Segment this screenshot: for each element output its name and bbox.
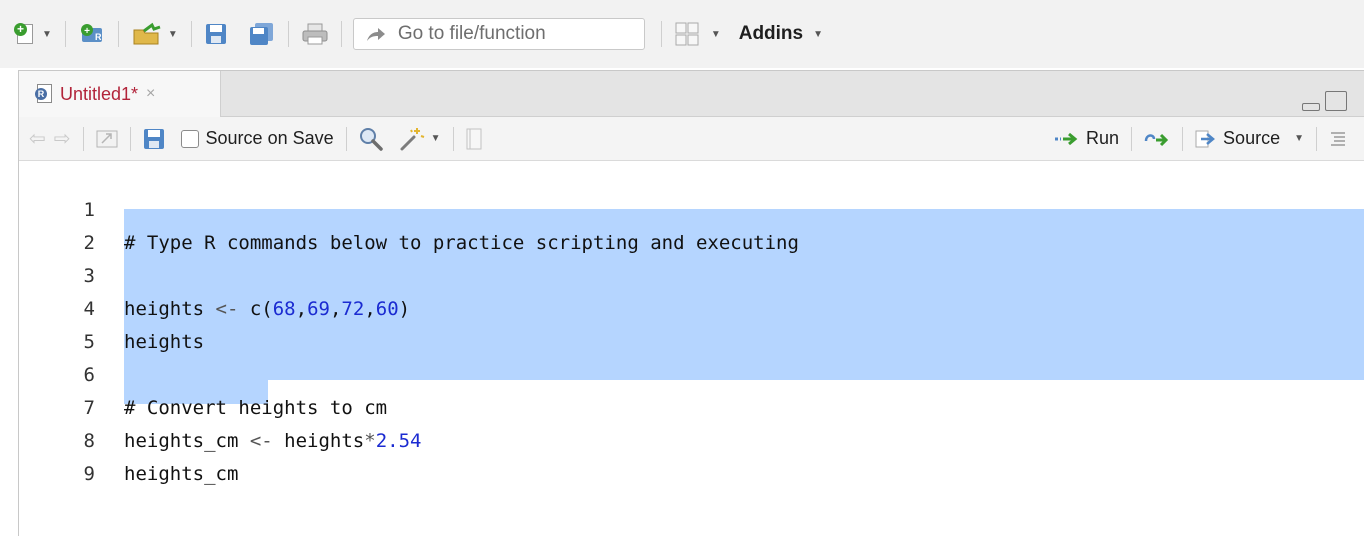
goto-file-function-box[interactable] xyxy=(352,18,645,50)
code-line[interactable]: 6 # Convert heights to cm xyxy=(19,326,1364,419)
toolbar-divider xyxy=(287,21,289,47)
source-on-save-label: Source on Save xyxy=(205,128,334,148)
save-all-button[interactable] xyxy=(245,18,279,50)
caret-down-icon[interactable]: ▼ xyxy=(168,29,178,40)
code-line[interactable]: 3 heights <- c(68,69,72,60) xyxy=(19,227,1364,320)
code-line[interactable]: 2 xyxy=(19,194,1364,254)
tab-untitled1[interactable]: R Untitled1* × xyxy=(19,71,221,117)
open-file-icon xyxy=(132,22,162,46)
addins-menu[interactable]: Addins ▼ xyxy=(725,18,827,50)
caret-down-icon[interactable]: ▼ xyxy=(711,29,721,40)
new-file-icon: + xyxy=(14,23,36,45)
search-icon xyxy=(359,127,383,151)
find-replace-button[interactable] xyxy=(355,123,387,155)
forward-arrow-icon[interactable]: ⇨ xyxy=(50,123,75,155)
compile-report-button[interactable] xyxy=(462,123,486,155)
outline-icon xyxy=(1329,131,1347,147)
run-button[interactable]: Run xyxy=(1050,123,1123,155)
source-button[interactable]: Source ▼ xyxy=(1191,123,1308,155)
show-in-new-window-button[interactable] xyxy=(92,123,122,155)
maximize-pane-button[interactable] xyxy=(1325,91,1347,111)
grid-layout-icon xyxy=(675,22,699,46)
source-arrow-icon xyxy=(1195,130,1217,148)
document-outline-button[interactable] xyxy=(1325,123,1351,155)
save-button[interactable] xyxy=(201,18,231,50)
main-toolbar: + ▼ + R ▼ Go to file/function ▼ Addins ▼ xyxy=(0,0,1364,68)
code-tools-button[interactable]: ▼ xyxy=(395,123,445,155)
new-project-button[interactable]: + R xyxy=(75,18,109,50)
code-line[interactable]: 1 # Type R commands below to practice sc… xyxy=(19,161,1364,254)
code-line[interactable]: 5 xyxy=(19,293,1364,353)
code-editor[interactable]: 1 # Type R commands below to practice sc… xyxy=(19,161,1364,536)
minimize-pane-button[interactable] xyxy=(1302,103,1320,111)
tab-title: Untitled1* xyxy=(60,83,139,104)
rerun-button[interactable] xyxy=(1140,123,1174,155)
code-line[interactable]: 8 heights_cm xyxy=(19,392,1364,485)
show-in-window-icon xyxy=(96,129,118,149)
toolbar-divider xyxy=(345,126,347,151)
toolbar-divider xyxy=(64,21,66,47)
caret-down-icon[interactable]: ▼ xyxy=(431,133,441,144)
caret-down-icon[interactable]: ▼ xyxy=(42,29,52,40)
source-label: Source xyxy=(1223,128,1281,148)
save-document-button[interactable] xyxy=(139,123,169,155)
caret-down-icon: ▼ xyxy=(813,28,824,40)
toolbar-divider xyxy=(1316,126,1317,151)
compile-notebook-icon xyxy=(466,128,482,150)
toolbar-divider xyxy=(82,126,84,151)
toolbar-divider xyxy=(340,21,342,47)
goto-file-function-input[interactable] xyxy=(397,23,628,45)
save-all-icon xyxy=(249,22,275,46)
print-icon xyxy=(302,23,328,45)
open-file-button[interactable]: ▼ xyxy=(128,18,182,50)
code-line[interactable]: 7 heights_cm <- heights*2.54 xyxy=(19,359,1364,452)
caret-down-icon[interactable]: ▼ xyxy=(1294,133,1304,144)
code-line[interactable]: 9 xyxy=(19,425,1364,485)
source-on-save-checkbox[interactable] xyxy=(180,129,199,148)
source-on-save-toggle[interactable]: Source on Save xyxy=(177,123,338,155)
code-line[interactable]: 4 heights xyxy=(19,260,1364,353)
new-project-icon: + R xyxy=(79,22,105,46)
rerun-icon xyxy=(1144,131,1170,147)
toolbar-divider xyxy=(190,21,192,47)
svg-text:+: + xyxy=(84,26,90,37)
line-text: heights_cm xyxy=(124,463,239,485)
source-toolbar: ⇦ ⇨ Source on Save ▼ Run Source ▼ xyxy=(19,117,1364,161)
save-icon xyxy=(205,23,227,45)
pane-window-controls xyxy=(1302,91,1347,111)
goto-arrow-icon xyxy=(366,26,386,42)
back-arrow-icon[interactable]: ⇦ xyxy=(25,123,50,155)
run-arrow-icon xyxy=(1054,132,1080,146)
toolbar-divider xyxy=(1131,126,1133,151)
pane-layout-button[interactable]: ▼ xyxy=(671,18,725,50)
source-editor-pane: R Untitled1* × ⇦ ⇨ Source on Save ▼ Run … xyxy=(18,70,1364,536)
run-label: Run xyxy=(1086,128,1120,148)
toolbar-divider xyxy=(660,21,662,47)
toolbar-divider xyxy=(452,126,454,151)
addins-label: Addins xyxy=(738,23,804,44)
editor-tab-strip: R Untitled1* × xyxy=(19,71,1364,117)
svg-text:R: R xyxy=(95,32,102,42)
magic-wand-icon xyxy=(399,126,425,152)
close-icon[interactable]: × xyxy=(146,85,155,103)
toolbar-divider xyxy=(117,21,119,47)
new-file-button[interactable]: + ▼ xyxy=(10,18,56,50)
toolbar-divider xyxy=(1182,126,1184,151)
save-icon xyxy=(143,128,165,150)
print-button[interactable] xyxy=(298,18,332,50)
line-number: 9 xyxy=(83,463,95,485)
toolbar-divider xyxy=(129,126,131,151)
r-script-icon: R xyxy=(35,84,52,104)
